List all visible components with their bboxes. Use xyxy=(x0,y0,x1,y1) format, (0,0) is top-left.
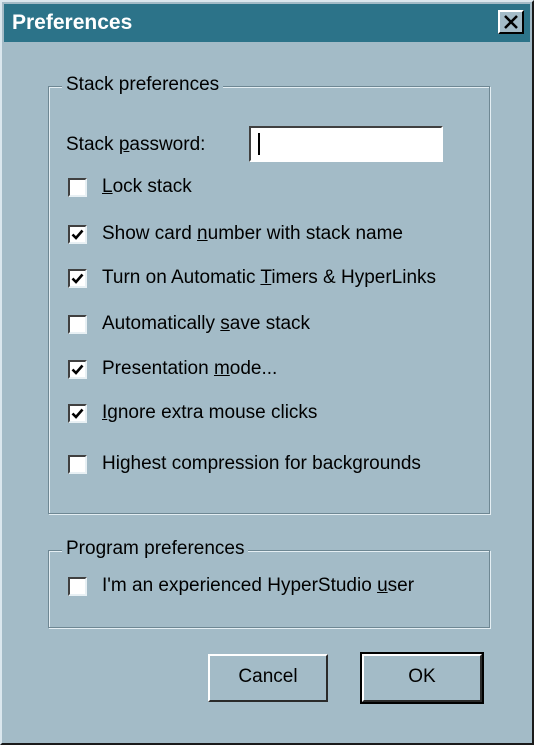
window-title: Preferences xyxy=(12,11,133,34)
cancel-button-label: Cancel xyxy=(238,666,298,687)
checkbox[interactable] xyxy=(68,360,87,379)
text-caret xyxy=(258,133,260,155)
checkmark-icon xyxy=(71,229,84,240)
checkmark-icon xyxy=(71,273,84,284)
checkbox-label: Highest compression for backgrounds xyxy=(102,453,421,474)
close-button[interactable] xyxy=(498,10,524,34)
checkbox[interactable] xyxy=(68,577,87,596)
checkbox[interactable] xyxy=(68,315,87,334)
checkbox-label: Presentation mode... xyxy=(102,358,278,379)
checkbox[interactable] xyxy=(68,404,87,423)
checkbox[interactable] xyxy=(68,269,87,288)
checkbox-label: Show card number with stack name xyxy=(102,223,403,244)
program-preferences-legend: Program preferences xyxy=(62,538,249,560)
checkbox[interactable] xyxy=(68,455,87,474)
preferences-dialog: Preferences Stack preferences Stack pass… xyxy=(0,0,534,745)
checkbox-label: Lock stack xyxy=(102,176,192,197)
stack-password-input[interactable] xyxy=(249,126,443,162)
checkbox-label: Turn on Automatic Timers & HyperLinks xyxy=(102,267,437,288)
checkbox-label: Ignore extra mouse clicks xyxy=(102,402,318,423)
cancel-button[interactable]: Cancel xyxy=(208,654,328,702)
ok-button-label: OK xyxy=(408,666,436,687)
ok-button[interactable]: OK xyxy=(360,652,484,704)
title-bar[interactable]: Preferences xyxy=(4,4,530,42)
checkbox-label: Automatically save stack xyxy=(102,313,311,334)
stack-preferences-legend: Stack preferences xyxy=(62,74,224,96)
checkbox[interactable] xyxy=(68,178,87,197)
checkbox[interactable] xyxy=(68,225,87,244)
stack-password-label: Stack password: xyxy=(66,134,206,155)
checkmark-icon xyxy=(71,408,84,419)
checkmark-icon xyxy=(71,364,84,375)
close-icon xyxy=(504,15,518,29)
checkbox-label: I'm an experienced HyperStudio user xyxy=(102,575,415,596)
